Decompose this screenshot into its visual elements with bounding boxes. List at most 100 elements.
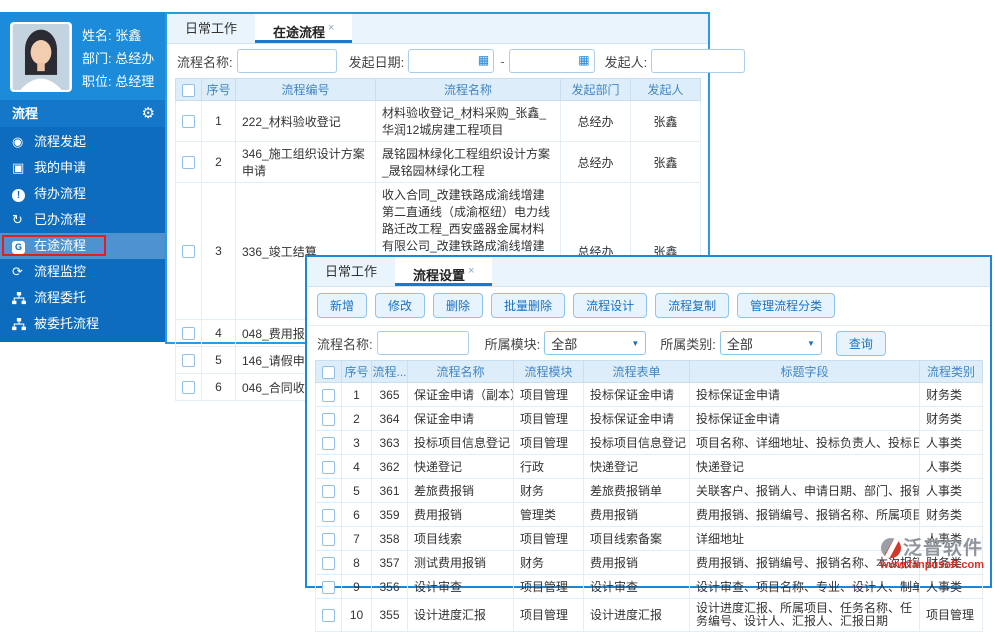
g-badge-icon: G (12, 233, 34, 259)
table-row: 2 364 保证金申请 项目管理 投标保证金申请 投标保证金申请 财务类 (315, 406, 983, 431)
row-checkbox[interactable] (322, 508, 335, 522)
tab-flow-settings[interactable]: 流程设置 × (395, 257, 493, 286)
row-checkbox-cell (315, 382, 342, 407)
query-button[interactable]: 查询 (835, 330, 886, 356)
row-checkbox[interactable] (182, 381, 195, 395)
sidebar-item-in-transit-flows[interactable]: G 在途流程 (0, 233, 165, 259)
profile-department: 部门: 总经办 (82, 51, 155, 66)
row-checkbox[interactable] (322, 532, 335, 546)
select-all-checkbox[interactable] (322, 365, 335, 379)
table-cell: 6 (201, 373, 236, 401)
module-select[interactable]: 全部 ▼ (544, 331, 647, 355)
watermark-brand: 泛普软件 (902, 537, 983, 559)
table-cell: 人事类 (919, 454, 983, 479)
avatar-image (12, 24, 70, 90)
manage-flow-category-button[interactable]: 管理流程分类 (737, 293, 836, 318)
table-cell: 355 (371, 598, 408, 632)
table-cell: 设计审查 (407, 574, 514, 599)
date-range-separator: - (500, 53, 505, 69)
column-header: 流程... (371, 360, 408, 383)
table-cell: 项目线索备案 (583, 526, 690, 551)
category-select[interactable]: 全部 ▼ (719, 331, 822, 355)
column-header: 标题字段 (689, 360, 920, 383)
window2-tabbar: 日常工作 流程设置 × (307, 257, 990, 287)
user-profile: 姓名: 张鑫 部门: 总经办 职位: 总经理 (0, 12, 165, 100)
flow-design-button[interactable]: 流程设计 (573, 293, 648, 318)
flow-copy-button[interactable]: 流程复制 (655, 293, 730, 318)
row-checkbox[interactable] (182, 115, 195, 129)
window1-filter-row: 流程名称: 发起日期: ▦ - ▦ 发起人: (167, 44, 746, 78)
row-checkbox-cell (175, 100, 202, 142)
sidebar-item-pending-flows[interactable]: ! 待办流程 (0, 181, 165, 207)
table-cell: 4 (341, 454, 372, 479)
table-cell: 项目管理 (513, 598, 584, 632)
row-checkbox-cell (315, 502, 342, 527)
table-cell: 项目管理 (513, 526, 584, 551)
tab-daily-work[interactable]: 日常工作 (167, 14, 255, 43)
tab-in-transit-flows[interactable]: 在途流程 × (255, 14, 353, 43)
row-checkbox[interactable] (322, 436, 335, 450)
id-card-icon: ▣ (12, 160, 25, 175)
table-cell: 财务类 (919, 406, 983, 431)
table-cell: 3 (201, 182, 236, 320)
row-checkbox[interactable] (322, 460, 335, 474)
table-cell: 项目管理 (513, 574, 584, 599)
sidebar-item-my-applications[interactable]: ▣ 我的申请 (0, 155, 165, 181)
table-cell: 财务类 (919, 502, 983, 527)
row-checkbox[interactable] (182, 354, 195, 368)
table-cell: 8 (341, 550, 372, 575)
table-cell: 设计进度汇报 (407, 598, 514, 632)
sidebar-item-label: 流程监控 (34, 264, 87, 279)
row-checkbox[interactable] (182, 327, 195, 341)
close-icon[interactable]: × (328, 22, 334, 34)
initiator-input[interactable] (651, 49, 746, 73)
calendar-icon[interactable]: ▦ (578, 53, 589, 67)
edit-button[interactable]: 修改 (375, 293, 426, 318)
sidebar-item-done-flows[interactable]: ↻ 已办流程 (0, 207, 165, 233)
table-cell: 项目管理 (513, 430, 584, 455)
calendar-icon[interactable]: ▦ (478, 53, 489, 67)
tab-daily-work[interactable]: 日常工作 (307, 257, 395, 286)
table-cell: 财务 (513, 478, 584, 503)
row-checkbox[interactable] (322, 484, 335, 498)
vendor-watermark: 泛普软件 www.fanpusoft.com (866, 538, 998, 573)
sidebar-item-label: 已办流程 (34, 212, 87, 227)
table-cell: 361 (371, 478, 408, 503)
row-checkbox[interactable] (322, 412, 335, 426)
sync-icon: ⟳ (12, 264, 23, 279)
delete-button[interactable]: 删除 (433, 293, 484, 318)
table-cell: 1 (341, 382, 372, 407)
row-checkbox[interactable] (182, 245, 195, 259)
flow-name-input[interactable] (236, 49, 337, 73)
select-all-checkbox-cell (315, 360, 342, 383)
broadcast-icon: ◉ (12, 134, 24, 149)
table-cell: 项目管理 (513, 382, 584, 407)
table-cell: 357 (371, 550, 408, 575)
row-checkbox[interactable] (322, 580, 335, 594)
sidebar-item-label: 被委托流程 (34, 316, 100, 331)
batch-delete-button[interactable]: 批量删除 (491, 293, 566, 318)
table-cell: 设计审查、项目名称、专业、设计人、制单日期 (689, 574, 920, 599)
date-from-box: ▦ (408, 49, 495, 73)
row-checkbox[interactable] (322, 556, 335, 570)
table-cell: 346_施工组织设计方案申请 (235, 141, 376, 183)
sidebar-item-process-start[interactable]: ◉ 流程发起 (0, 129, 165, 155)
row-checkbox[interactable] (182, 156, 195, 170)
column-header: 序号 (201, 78, 236, 101)
sidebar-item-flow-delegate[interactable]: 流程委托 (0, 285, 165, 311)
sidebar-item-delegated-flows[interactable]: 被委托流程 (0, 311, 165, 337)
select-all-checkbox[interactable] (182, 83, 195, 97)
table-row: 1 222_材料验收登记 材料验收登记_材料采购_张鑫_华润12城房建工程项目 总经办… (175, 100, 701, 142)
table-header-row: 序号 流程编号 流程名称 发起部门 发起人 (175, 78, 701, 101)
flow-name-input[interactable] (376, 331, 469, 355)
add-button[interactable]: 新增 (317, 293, 368, 318)
sidebar-item-flow-monitor[interactable]: ⟳ 流程监控 (0, 259, 165, 285)
row-checkbox[interactable] (322, 388, 335, 402)
close-icon[interactable]: × (468, 265, 474, 277)
table-cell: 10 (341, 598, 372, 632)
gear-icon[interactable]: ⚙ (142, 100, 155, 127)
section-title: 流程 (12, 106, 39, 121)
row-checkbox[interactable] (322, 608, 335, 622)
table-cell: 差旅费报销 (407, 478, 514, 503)
table-cell: 行政 (513, 454, 584, 479)
